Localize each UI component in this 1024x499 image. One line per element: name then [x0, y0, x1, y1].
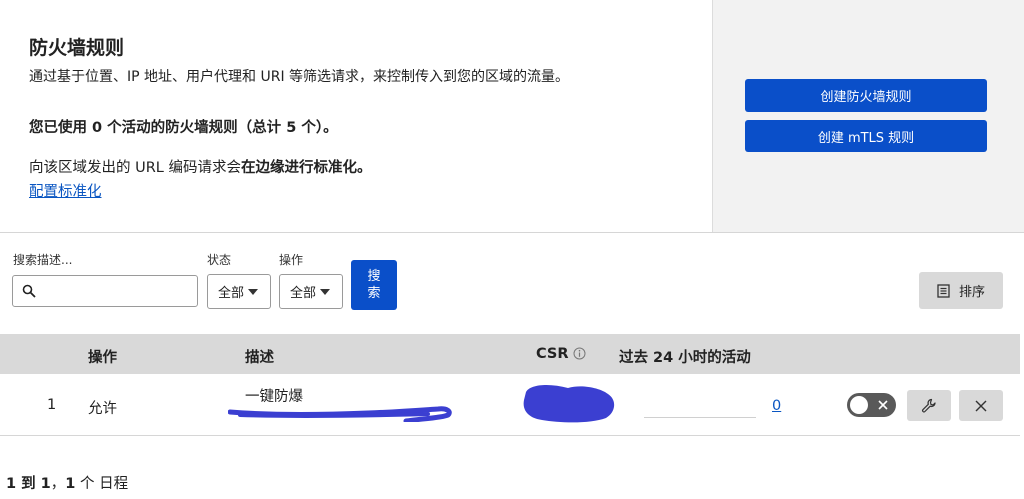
column-header-action: 操作 — [88, 350, 117, 366]
search-icon — [22, 284, 36, 298]
rule-usage-summary: 您已使用 0 个活动的防火墙规则（总计 5 个）。 — [29, 120, 338, 136]
sort-button[interactable]: 排序 — [919, 272, 1003, 309]
page-description: 通过基于位置、IP 地址、用户代理和 URI 等筛选请求，来控制传入到您的区域的… — [29, 69, 570, 85]
document-list-icon — [937, 283, 950, 298]
search-label: 搜索描述... — [13, 253, 73, 267]
delete-rule-button[interactable] — [959, 390, 1003, 421]
rule-description[interactable]: 一键防爆 — [245, 385, 303, 406]
search-field[interactable] — [12, 275, 198, 307]
chevron-down-icon — [248, 288, 259, 295]
status-filter-label: 状态 — [207, 253, 232, 267]
edit-rule-button[interactable] — [907, 390, 951, 421]
normalization-notice: 向该区域发出的 URL 编码请求会在边缘进行标准化。 — [29, 156, 371, 177]
action-filter-select[interactable]: 全部 — [279, 274, 343, 309]
configure-normalization-link[interactable]: 配置标准化 — [29, 180, 102, 201]
redaction-scribble — [228, 406, 452, 422]
close-icon — [878, 400, 888, 410]
sort-button-label: 排序 — [958, 285, 985, 300]
search-button[interactable]: 搜索 — [351, 260, 397, 310]
rule-enabled-toggle[interactable] — [847, 393, 896, 417]
rule-priority: 1 — [47, 397, 57, 413]
header-divider — [0, 232, 1024, 233]
action-filter-value: 全部 — [290, 286, 317, 301]
create-mtls-rule-button[interactable]: 创建 mTLS 规则 — [745, 120, 987, 152]
page-title: 防火墙规则 — [29, 37, 125, 59]
toggle-knob — [850, 396, 868, 414]
pagination-suffix: 个 日程 — [75, 476, 129, 492]
column-header-description: 描述 — [245, 350, 274, 366]
activity-count-link[interactable]: 0 — [772, 398, 781, 414]
activity-sparkline — [644, 417, 756, 418]
pagination-range: 1 到 1 — [6, 476, 51, 492]
pagination-separator: ， — [50, 476, 66, 492]
header-actions-panel — [712, 0, 1024, 232]
column-header-activity: 过去 24 小时的活动 — [619, 350, 751, 366]
status-filter-value: 全部 — [218, 286, 245, 301]
pagination-summary: 1 到 1，1 个 日程 — [6, 472, 128, 493]
normalization-notice-bold: 在边缘进行标准化。 — [240, 160, 372, 176]
chevron-down-icon — [320, 288, 331, 295]
table-header — [0, 334, 1020, 374]
close-icon — [975, 400, 987, 411]
normalization-notice-prefix: 向该区域发出的 URL 编码请求会 — [29, 160, 241, 176]
pagination-total: 1 — [65, 476, 76, 492]
search-input[interactable] — [43, 279, 197, 305]
column-header-csr: CSR — [536, 346, 569, 362]
rule-action: 允许 — [88, 401, 117, 417]
status-filter-select[interactable]: 全部 — [207, 274, 271, 309]
action-filter-label: 操作 — [279, 253, 304, 267]
wrench-icon — [922, 398, 936, 412]
info-icon[interactable] — [573, 347, 586, 360]
redaction-blob — [523, 384, 615, 423]
row-divider — [0, 435, 1020, 436]
create-firewall-rule-button[interactable]: 创建防火墙规则 — [745, 79, 987, 112]
